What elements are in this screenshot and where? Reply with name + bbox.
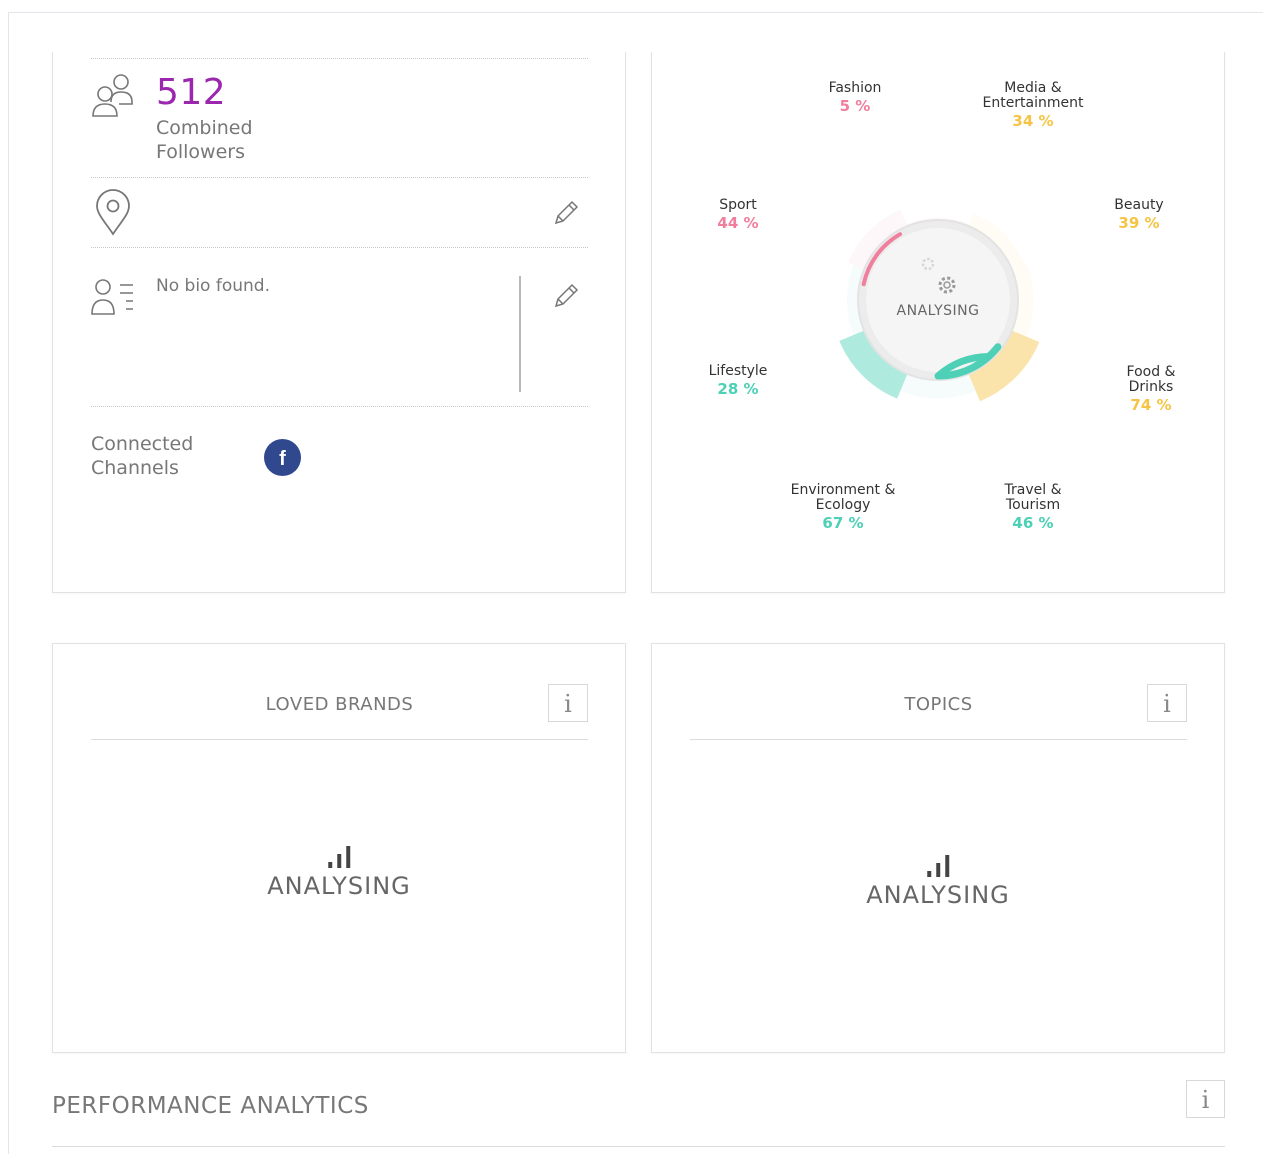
connected-channels-label: Connected Channels bbox=[91, 433, 194, 479]
chart-center-inner bbox=[866, 228, 1010, 372]
info-button[interactable]: i bbox=[548, 684, 588, 722]
category-percent: 74 % bbox=[1130, 396, 1172, 414]
analysing-loader: ANALYSING bbox=[866, 853, 1010, 909]
category-name: Environment & Ecology bbox=[790, 482, 896, 513]
category-label: Fashion 5 % bbox=[829, 81, 882, 114]
category-percent: 28 % bbox=[717, 380, 759, 398]
category-name: Lifestyle bbox=[708, 363, 768, 379]
analysing-loader: ANALYSING bbox=[267, 844, 411, 900]
category-percent: 39 % bbox=[1118, 214, 1160, 232]
card-title: TOPICS bbox=[904, 694, 973, 715]
info-button[interactable]: i bbox=[1147, 684, 1187, 722]
category-label: Travel & Tourism 46 % bbox=[998, 483, 1068, 531]
category-name: Food & Drinks bbox=[1126, 364, 1176, 395]
facebook-icon[interactable]: f bbox=[264, 439, 301, 476]
loading-bars-icon bbox=[866, 853, 1010, 877]
divider bbox=[91, 177, 588, 178]
info-button[interactable]: i bbox=[1186, 1080, 1225, 1118]
topics-card: TOPICS i ANALYSING bbox=[651, 643, 1225, 1053]
page-frame-top bbox=[8, 12, 1263, 13]
category-label: Beauty 39 % bbox=[1114, 198, 1163, 231]
divider bbox=[91, 58, 588, 59]
edit-bio-button[interactable] bbox=[551, 281, 581, 311]
category-name: Sport bbox=[719, 197, 757, 213]
category-percent: 34 % bbox=[1012, 112, 1054, 130]
divider bbox=[91, 247, 588, 248]
category-label: Media & Entertainment 34 % bbox=[981, 81, 1085, 129]
category-name: Fashion bbox=[828, 80, 882, 96]
followers-count: 512 bbox=[156, 72, 227, 113]
category-percent: 44 % bbox=[717, 214, 759, 232]
loading-bars-icon bbox=[267, 844, 411, 868]
category-label: Food & Drinks 74 % bbox=[1121, 365, 1181, 413]
edit-location-button[interactable] bbox=[551, 198, 581, 228]
followers-icon bbox=[92, 74, 133, 117]
category-name: Media & Entertainment bbox=[982, 80, 1084, 111]
category-label: Environment & Ecology 67 % bbox=[788, 483, 898, 531]
bio-divider bbox=[519, 276, 521, 392]
card-title: LOVED BRANDS bbox=[265, 694, 414, 715]
category-percent: 5 % bbox=[839, 97, 871, 115]
page-frame-left bbox=[8, 12, 9, 1154]
loader-text: ANALYSING bbox=[267, 872, 411, 900]
loved-brands-card: LOVED BRANDS i ANALYSING bbox=[52, 643, 626, 1053]
interests-status: ANALYSING bbox=[896, 303, 980, 319]
category-label: Lifestyle 28 % bbox=[709, 364, 768, 397]
performance-analytics-title: PERFORMANCE ANALYTICS bbox=[52, 1093, 369, 1119]
interests-radial-chart bbox=[839, 209, 1040, 402]
category-name: Beauty bbox=[1114, 197, 1164, 213]
followers-label: Combined Followers bbox=[156, 117, 253, 163]
category-label: Sport 44 % bbox=[717, 198, 758, 231]
profile-card: 512 Combined Followers No bio found. Con… bbox=[52, 52, 626, 593]
divider bbox=[91, 406, 588, 407]
category-percent: 67 % bbox=[822, 514, 864, 532]
divider bbox=[52, 1146, 1225, 1147]
loader-text: ANALYSING bbox=[866, 881, 1010, 909]
card-header: LOVED BRANDS i bbox=[91, 684, 588, 740]
card-header: TOPICS i bbox=[690, 684, 1187, 740]
bio-icon bbox=[91, 279, 133, 315]
interests-card: ANALYSING Fashion 5 % Media & Entertainm… bbox=[651, 52, 1225, 593]
bio-text: No bio found. bbox=[156, 276, 270, 296]
category-name: Travel & Tourism bbox=[1004, 482, 1062, 513]
location-pin-icon bbox=[96, 189, 130, 236]
category-percent: 46 % bbox=[1012, 514, 1054, 532]
